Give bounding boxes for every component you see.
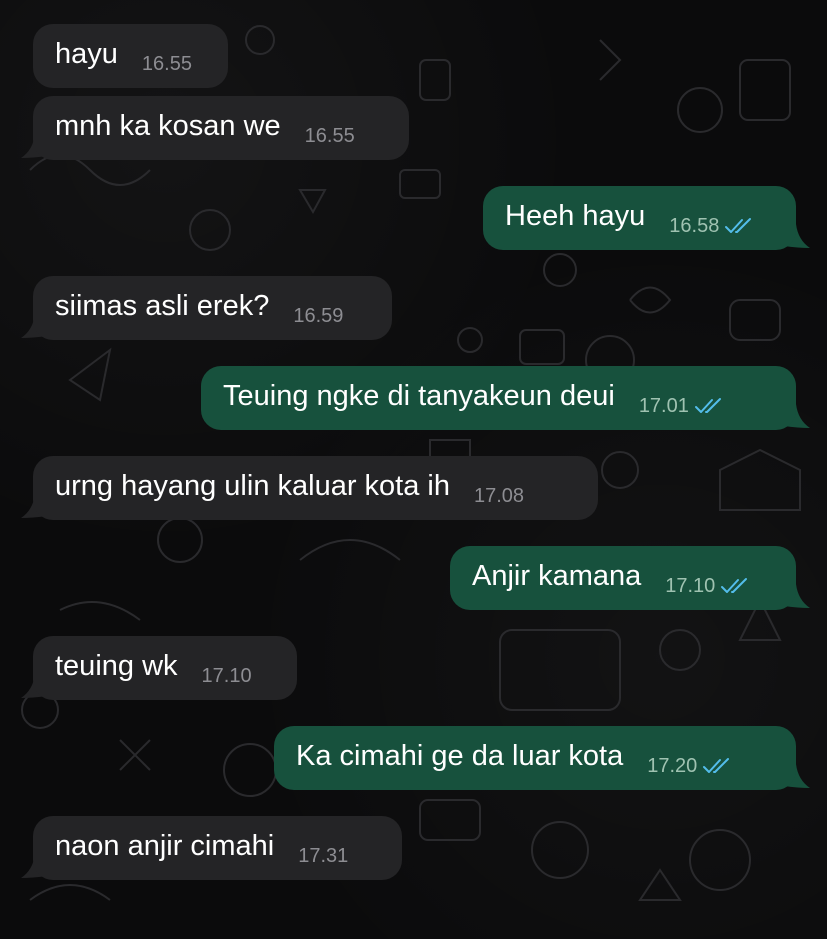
message-meta: 17.10 — [665, 576, 750, 596]
message-text: hayu — [55, 37, 118, 70]
outgoing-message-bubble[interactable]: Anjir kamana 17.10 — [450, 546, 796, 610]
read-receipt-double-check-icon — [721, 578, 748, 593]
message-time: 17.10 — [665, 575, 716, 597]
message-meta: 17.01 — [639, 396, 724, 416]
incoming-message-bubble[interactable]: naon anjir cimahi 17.31 — [33, 816, 402, 880]
message-time: 17.31 — [298, 845, 349, 867]
message-meta: 17.08 — [474, 486, 524, 506]
message-text: Teuing ngke di tanyakeun deui — [223, 379, 615, 412]
message-text: urng hayang ulin kaluar kota ih — [55, 469, 450, 502]
message-text: Heeh hayu — [505, 199, 646, 232]
chat-view[interactable]: hayu 16.55 mnh ka kosan we 16.55 Heeh ha… — [0, 0, 827, 939]
message-time: 17.20 — [647, 755, 698, 777]
message-time: 17.08 — [473, 485, 525, 507]
read-receipt-double-check-icon — [703, 758, 730, 773]
incoming-message-bubble[interactable]: teuing wk 17.10 — [33, 636, 297, 700]
message-meta: 16.59 — [293, 306, 343, 326]
message-text: siimas asli erek? — [55, 289, 270, 322]
message-meta: 17.10 — [202, 666, 252, 686]
outgoing-message-bubble[interactable]: Teuing ngke di tanyakeun deui 17.01 — [201, 366, 796, 430]
message-text: teuing wk — [55, 649, 178, 682]
message-time: 16.55 — [304, 125, 355, 147]
message-meta: 16.58 — [669, 216, 754, 236]
incoming-message-bubble[interactable]: siimas asli erek? 16.59 — [33, 276, 392, 340]
message-text: mnh ka kosan we — [55, 109, 281, 142]
incoming-message-bubble[interactable]: hayu 16.55 — [33, 24, 228, 88]
incoming-message-bubble[interactable]: mnh ka kosan we 16.55 — [33, 96, 409, 160]
message-meta: 16.55 — [142, 54, 192, 74]
read-receipt-double-check-icon — [694, 398, 721, 413]
message-time: 17.01 — [638, 395, 689, 417]
message-time: 17.10 — [201, 665, 252, 687]
message-text: Anjir kamana — [472, 559, 642, 592]
message-meta: 17.31 — [298, 846, 348, 866]
read-receipt-double-check-icon — [725, 218, 752, 233]
message-time: 16.55 — [141, 53, 192, 75]
message-meta: 16.55 — [305, 126, 355, 146]
outgoing-message-bubble[interactable]: Heeh hayu 16.58 — [483, 186, 796, 250]
message-meta: 17.20 — [647, 756, 732, 776]
message-time: 16.59 — [293, 305, 344, 327]
message-time: 16.58 — [669, 215, 720, 237]
message-text: naon anjir cimahi — [55, 829, 275, 862]
message-text: Ka cimahi ge da luar kota — [296, 739, 624, 772]
outgoing-message-bubble[interactable]: Ka cimahi ge da luar kota 17.20 — [274, 726, 796, 790]
incoming-message-bubble[interactable]: urng hayang ulin kaluar kota ih 17.08 — [33, 456, 598, 520]
